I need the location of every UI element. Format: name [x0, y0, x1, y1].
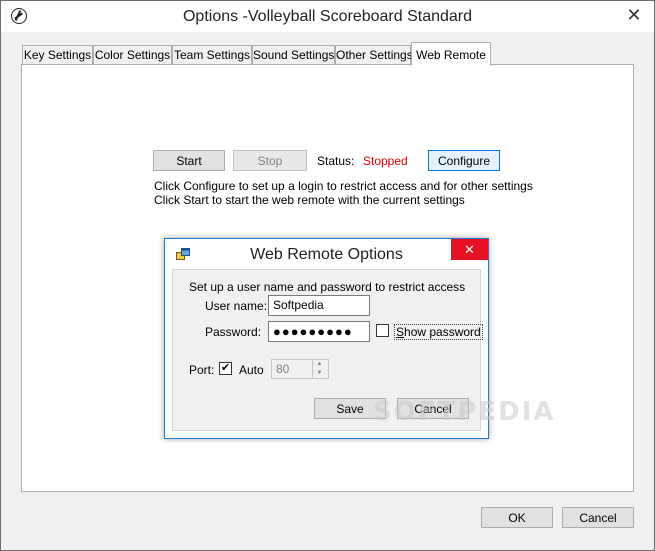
configure-button[interactable]: Configure	[428, 150, 500, 171]
tab-key-settings[interactable]: Key Settings	[22, 45, 93, 65]
window-title: Options -Volleyball Scoreboard Standard	[182, 8, 473, 25]
tab-web-remote[interactable]: Web Remote	[411, 42, 491, 66]
show-password-checkbox[interactable]	[376, 324, 389, 337]
dialog-instructions: Set up a user name and password to restr…	[189, 280, 466, 294]
status-label: Status:	[317, 154, 355, 168]
title-bar[interactable]: Options -Volleyball Scoreboard Standard …	[1, 1, 654, 32]
dialog-title-bar[interactable]: Web Remote Options ✕	[165, 239, 488, 269]
start-button[interactable]: Start	[153, 150, 225, 171]
start-hint: Click Start to start the web remote with…	[154, 193, 465, 207]
tab-team-settings[interactable]: Team Settings	[172, 45, 252, 65]
cancel-button[interactable]: Cancel	[562, 507, 634, 528]
password-field[interactable]: ●●●●●●●●●	[268, 321, 370, 342]
softpedia-watermark: SOFTPEDIA	[373, 397, 556, 427]
configure-hint: Click Configure to set up a login to res…	[154, 179, 533, 193]
close-icon[interactable]: ✕	[617, 3, 651, 27]
status-value: Stopped	[363, 154, 408, 168]
port-spinner[interactable]: ▲ ▼	[312, 360, 326, 379]
username-label: User name:	[205, 299, 268, 313]
save-label: Save	[336, 401, 364, 416]
stop-button[interactable]: Stop	[233, 150, 307, 171]
spin-up-icon[interactable]: ▲	[313, 360, 326, 369]
auto-label: Auto	[239, 363, 264, 377]
dialog-title: Web Remote Options	[250, 246, 403, 263]
tab-other-settings[interactable]: Other Settings	[335, 45, 413, 65]
dialog-close-icon[interactable]: ✕	[451, 239, 488, 260]
auto-checkbox[interactable]: ✔	[219, 362, 232, 375]
ok-button[interactable]: OK	[481, 507, 553, 528]
port-label: Port:	[189, 363, 215, 377]
tab-color-settings[interactable]: Color Settings	[93, 45, 172, 65]
username-field[interactable]: Softpedia	[268, 295, 370, 316]
spin-down-icon[interactable]: ▼	[313, 369, 326, 378]
tab-sound-settings[interactable]: Sound Settings	[252, 45, 335, 65]
show-password-label[interactable]: Show password	[394, 324, 483, 340]
options-window: Options -Volleyball Scoreboard Standard …	[0, 0, 655, 551]
password-label: Password:	[205, 325, 262, 339]
